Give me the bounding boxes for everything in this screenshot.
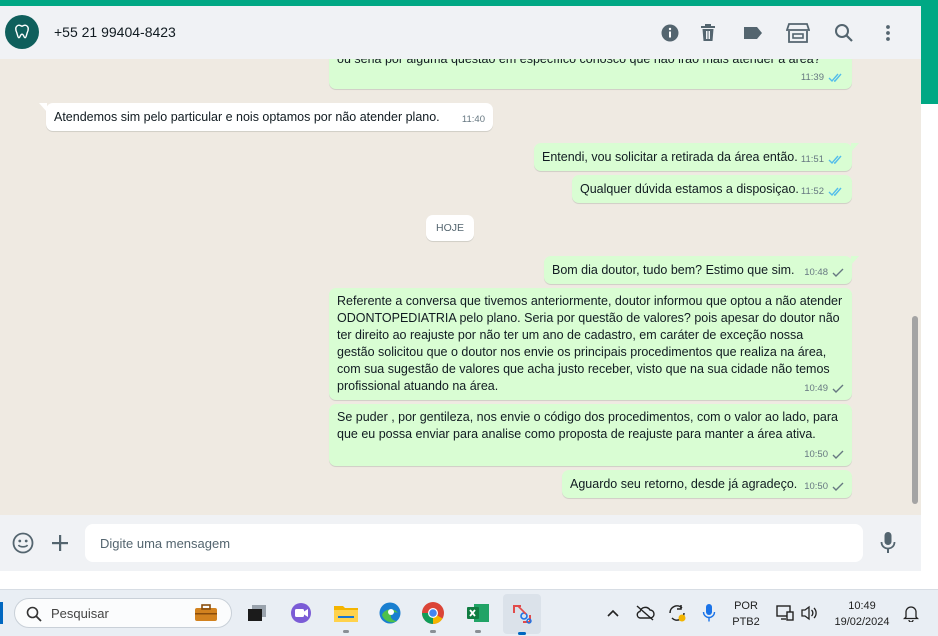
taskbar-search[interactable]: Pesquisar	[14, 598, 232, 628]
chrome-icon[interactable]	[419, 599, 447, 633]
message-text: Se puder , por gentileza, nos envie o có…	[337, 410, 839, 441]
store-icon[interactable]	[785, 20, 811, 46]
bubble-tail	[851, 256, 859, 265]
message-outgoing[interactable]: Qualquer dúvida estamos a disposiçao. 11…	[572, 175, 852, 203]
message-text: Referente a conversa que tivemos anterio…	[337, 294, 843, 393]
info-icon[interactable]	[657, 20, 683, 46]
cloud-off-icon[interactable]	[631, 599, 659, 627]
clock-time: 10:49	[848, 600, 876, 612]
microphone-icon[interactable]	[695, 599, 723, 627]
message-meta: 11:51	[801, 151, 844, 168]
keyboard-layout: PTB2	[732, 616, 760, 628]
message-time: 10:49	[804, 383, 828, 394]
message-meta: 10:50	[804, 446, 844, 463]
clock[interactable]: 10:49 19/02/2024	[826, 598, 898, 630]
message-meta: 11:39	[801, 69, 844, 86]
bubble-tail	[851, 143, 859, 152]
chat-scrollbar[interactable]	[912, 316, 918, 504]
message-time: 10:50	[804, 449, 828, 460]
more-vertical-icon[interactable]	[875, 20, 901, 46]
emoji-icon[interactable]	[10, 530, 36, 556]
file-explorer-icon[interactable]	[332, 599, 360, 633]
message-outgoing[interactable]: Bom dia doutor, tudo bem? Estimo que sim…	[544, 256, 859, 284]
sent-tick-icon	[832, 482, 844, 491]
message-meta: 10:50	[804, 478, 844, 495]
message-meta: 10:48	[804, 264, 844, 281]
message-text: Aguardo seu retorno, desde já agradeço.	[570, 477, 798, 491]
running-indicator	[430, 630, 436, 633]
message-outgoing[interactable]: Referente a conversa que tivemos anterio…	[329, 288, 852, 400]
message-outgoing[interactable]: Entendi, vou solicitar a retirada da áre…	[534, 143, 859, 171]
meet-icon[interactable]	[288, 599, 316, 627]
window-bottom-margin	[0, 571, 938, 589]
message-meta: 11:40	[462, 111, 485, 128]
clock-date: 19/02/2024	[834, 616, 890, 628]
excel-icon[interactable]	[464, 599, 492, 633]
running-indicator	[475, 630, 481, 633]
message-time: 11:40	[461, 114, 485, 125]
contact-avatar[interactable]	[5, 15, 39, 49]
read-ticks-icon	[828, 155, 842, 164]
keyboard-language[interactable]: POR PTB2	[728, 598, 764, 630]
tooth-logo-icon	[15, 24, 29, 39]
chat-area[interactable]: ou seria por alguma questão em específic…	[0, 59, 921, 515]
sent-tick-icon	[832, 384, 844, 393]
right-margin	[921, 104, 938, 571]
message-text: Bom dia doutor, tudo bem? Estimo que sim…	[552, 263, 795, 277]
chat-header: +55 21 99404-8423	[0, 6, 921, 59]
start-edge	[0, 602, 3, 624]
day-divider: HOJE	[426, 215, 474, 241]
attach-plus-icon[interactable]	[47, 530, 73, 556]
message-meta: 10:49	[804, 380, 844, 397]
search-icon	[26, 606, 42, 622]
edge-icon[interactable]	[376, 599, 404, 627]
message-time: 10:48	[804, 267, 828, 278]
message-outgoing[interactable]: Aguardo seu retorno, desde já agradeço. …	[562, 470, 852, 498]
label-icon[interactable]	[740, 20, 766, 46]
trash-icon[interactable]	[695, 20, 721, 46]
contact-name[interactable]: +55 21 99404-8423	[54, 24, 176, 40]
running-indicator	[343, 630, 349, 633]
message-outgoing[interactable]: ou seria por alguma questão em específic…	[329, 59, 852, 89]
windows-taskbar: Pesquisar POR PTB2 10:49 19/02/2024	[0, 589, 938, 636]
language-code: POR	[734, 600, 758, 612]
message-text: Atendemos sim pelo particular e nois opt…	[54, 110, 440, 124]
right-accent-strip	[921, 6, 938, 104]
microphone-icon[interactable]	[875, 530, 901, 556]
message-time: 11:52	[800, 186, 824, 197]
sent-tick-icon	[832, 450, 844, 459]
bubble-tail	[39, 103, 47, 112]
notification-bell-icon[interactable]	[897, 599, 925, 627]
snipping-tool-icon[interactable]	[503, 594, 541, 635]
message-outgoing[interactable]: Se puder , por gentileza, nos envie o có…	[329, 404, 852, 466]
composer-bar	[0, 515, 921, 571]
message-meta: 11:52	[801, 183, 844, 200]
message-time: 11:39	[800, 72, 824, 83]
volume-icon[interactable]	[795, 599, 823, 627]
message-text: Entendi, vou solicitar a retirada da áre…	[542, 150, 798, 164]
message-time: 11:51	[800, 154, 824, 165]
message-incoming[interactable]: Atendemos sim pelo particular e nois opt…	[39, 103, 493, 131]
task-view-icon[interactable]	[243, 599, 271, 627]
active-indicator	[518, 632, 526, 635]
chevron-up-icon[interactable]	[599, 599, 627, 627]
sync-icon[interactable]	[663, 599, 691, 627]
message-time: 10:50	[804, 481, 828, 492]
sent-tick-icon	[832, 268, 844, 277]
briefcase-icon	[195, 604, 217, 621]
message-text: ou seria por alguma questão em específic…	[337, 59, 821, 66]
message-input[interactable]	[85, 524, 863, 562]
read-ticks-icon	[828, 187, 842, 196]
search-label: Pesquisar	[51, 606, 109, 621]
read-ticks-icon	[828, 73, 842, 82]
search-icon[interactable]	[831, 20, 857, 46]
